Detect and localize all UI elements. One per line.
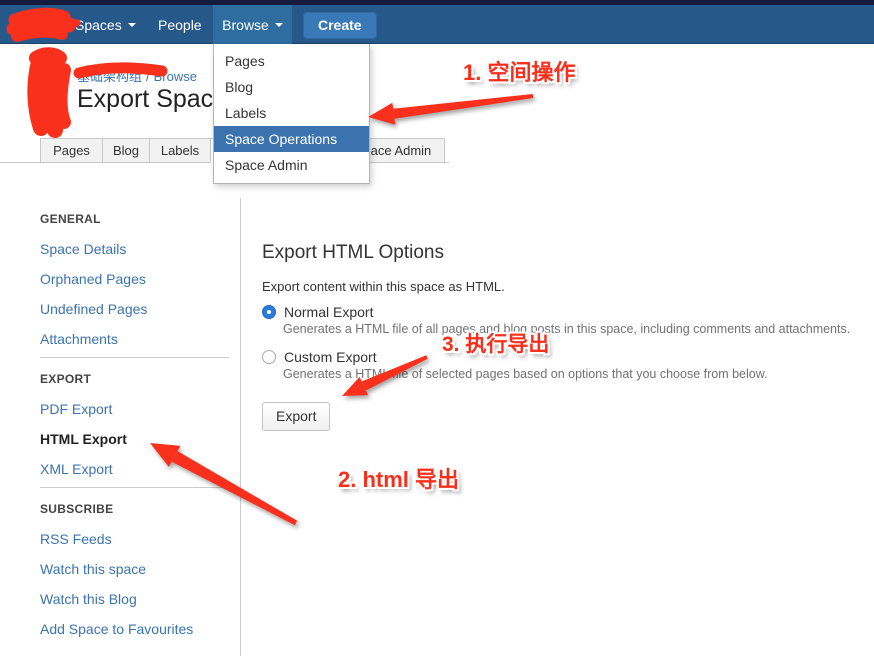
- nav-spaces-label: Spaces: [75, 17, 122, 33]
- custom-export-option[interactable]: Custom Export: [262, 349, 377, 365]
- sidebar-item-pdf-export[interactable]: PDF Export: [40, 401, 112, 417]
- menu-item-space-admin[interactable]: Space Admin: [214, 152, 369, 178]
- normal-export-label: Normal Export: [284, 304, 373, 320]
- menu-item-pages[interactable]: Pages: [214, 48, 369, 74]
- chevron-down-icon: [128, 23, 136, 27]
- menu-item-blog[interactable]: Blog: [214, 74, 369, 100]
- page-title: Export Space: [77, 85, 227, 114]
- nav-people-link[interactable]: People: [158, 5, 202, 44]
- sidebar-item-space-details[interactable]: Space Details: [40, 241, 126, 257]
- export-intro-text: Export content within this space as HTML…: [262, 279, 505, 294]
- breadcrumb: 基础架构组 / Browse: [77, 66, 197, 85]
- annotation-arrow-2: [150, 443, 297, 525]
- export-button[interactable]: Export: [262, 402, 330, 431]
- normal-export-radio[interactable]: [262, 305, 276, 319]
- sidebar-section-general: GENERAL: [40, 212, 101, 226]
- normal-export-description: Generates a HTML file of all pages and b…: [283, 322, 850, 336]
- sidebar-item-xml-export[interactable]: XML Export: [40, 461, 113, 477]
- app-header: Spaces People Browse Create: [0, 5, 874, 44]
- tab-labels[interactable]: Labels: [149, 138, 211, 163]
- custom-export-radio[interactable]: [262, 350, 276, 364]
- sidebar-item-html-export[interactable]: HTML Export: [40, 431, 127, 447]
- nav-browse-menu[interactable]: Browse: [213, 5, 292, 44]
- breadcrumb-space-link[interactable]: 基础架构组: [77, 69, 142, 84]
- menu-item-labels[interactable]: Labels: [214, 100, 369, 126]
- sidebar-divider: [40, 487, 229, 488]
- sidebar-item-watch-this-blog[interactable]: Watch this Blog: [40, 591, 137, 607]
- export-options-heading: Export HTML Options: [262, 242, 444, 264]
- annotation-arrow-1: [368, 94, 533, 125]
- normal-export-option[interactable]: Normal Export: [262, 304, 373, 320]
- sidebar-item-attachments[interactable]: Attachments: [40, 331, 118, 347]
- breadcrumb-browse-link[interactable]: Browse: [154, 69, 197, 84]
- create-button[interactable]: Create: [303, 12, 377, 39]
- sidebar-item-undefined-pages[interactable]: Undefined Pages: [40, 301, 147, 317]
- sidebar-content-divider: [240, 198, 241, 656]
- menu-item-space-operations[interactable]: Space Operations: [214, 126, 369, 152]
- sidebar-item-add-space-to-favourites[interactable]: Add Space to Favourites: [40, 621, 193, 637]
- sidebar-section-subscribe: SUBSCRIBE: [40, 502, 113, 516]
- tab-blog[interactable]: Blog: [102, 138, 150, 163]
- nav-browse-label: Browse: [222, 17, 269, 33]
- sidebar-divider: [40, 357, 229, 358]
- custom-export-description: Generates a HTML file of selected pages …: [283, 367, 768, 381]
- nav-spaces-menu[interactable]: Spaces: [75, 5, 136, 44]
- sidebar-item-orphaned-pages[interactable]: Orphaned Pages: [40, 271, 146, 287]
- breadcrumb-separator: /: [146, 69, 150, 84]
- browse-dropdown-menu: Pages Blog Labels Space Operations Space…: [213, 44, 370, 184]
- annotation-step2-label: 2. html 导出: [338, 462, 459, 494]
- nav-people-label: People: [158, 17, 202, 33]
- sidebar-item-watch-this-space[interactable]: Watch this space: [40, 561, 146, 577]
- avatar-redaction-scribble: [35, 54, 64, 130]
- tab-pages[interactable]: Pages: [40, 138, 103, 163]
- sidebar-section-export: EXPORT: [40, 372, 91, 386]
- sidebar-item-rss-feeds[interactable]: RSS Feeds: [40, 531, 112, 547]
- chevron-down-icon: [275, 23, 283, 27]
- annotation-step1-label: 1. 空间操作: [463, 55, 575, 87]
- custom-export-label: Custom Export: [284, 349, 377, 365]
